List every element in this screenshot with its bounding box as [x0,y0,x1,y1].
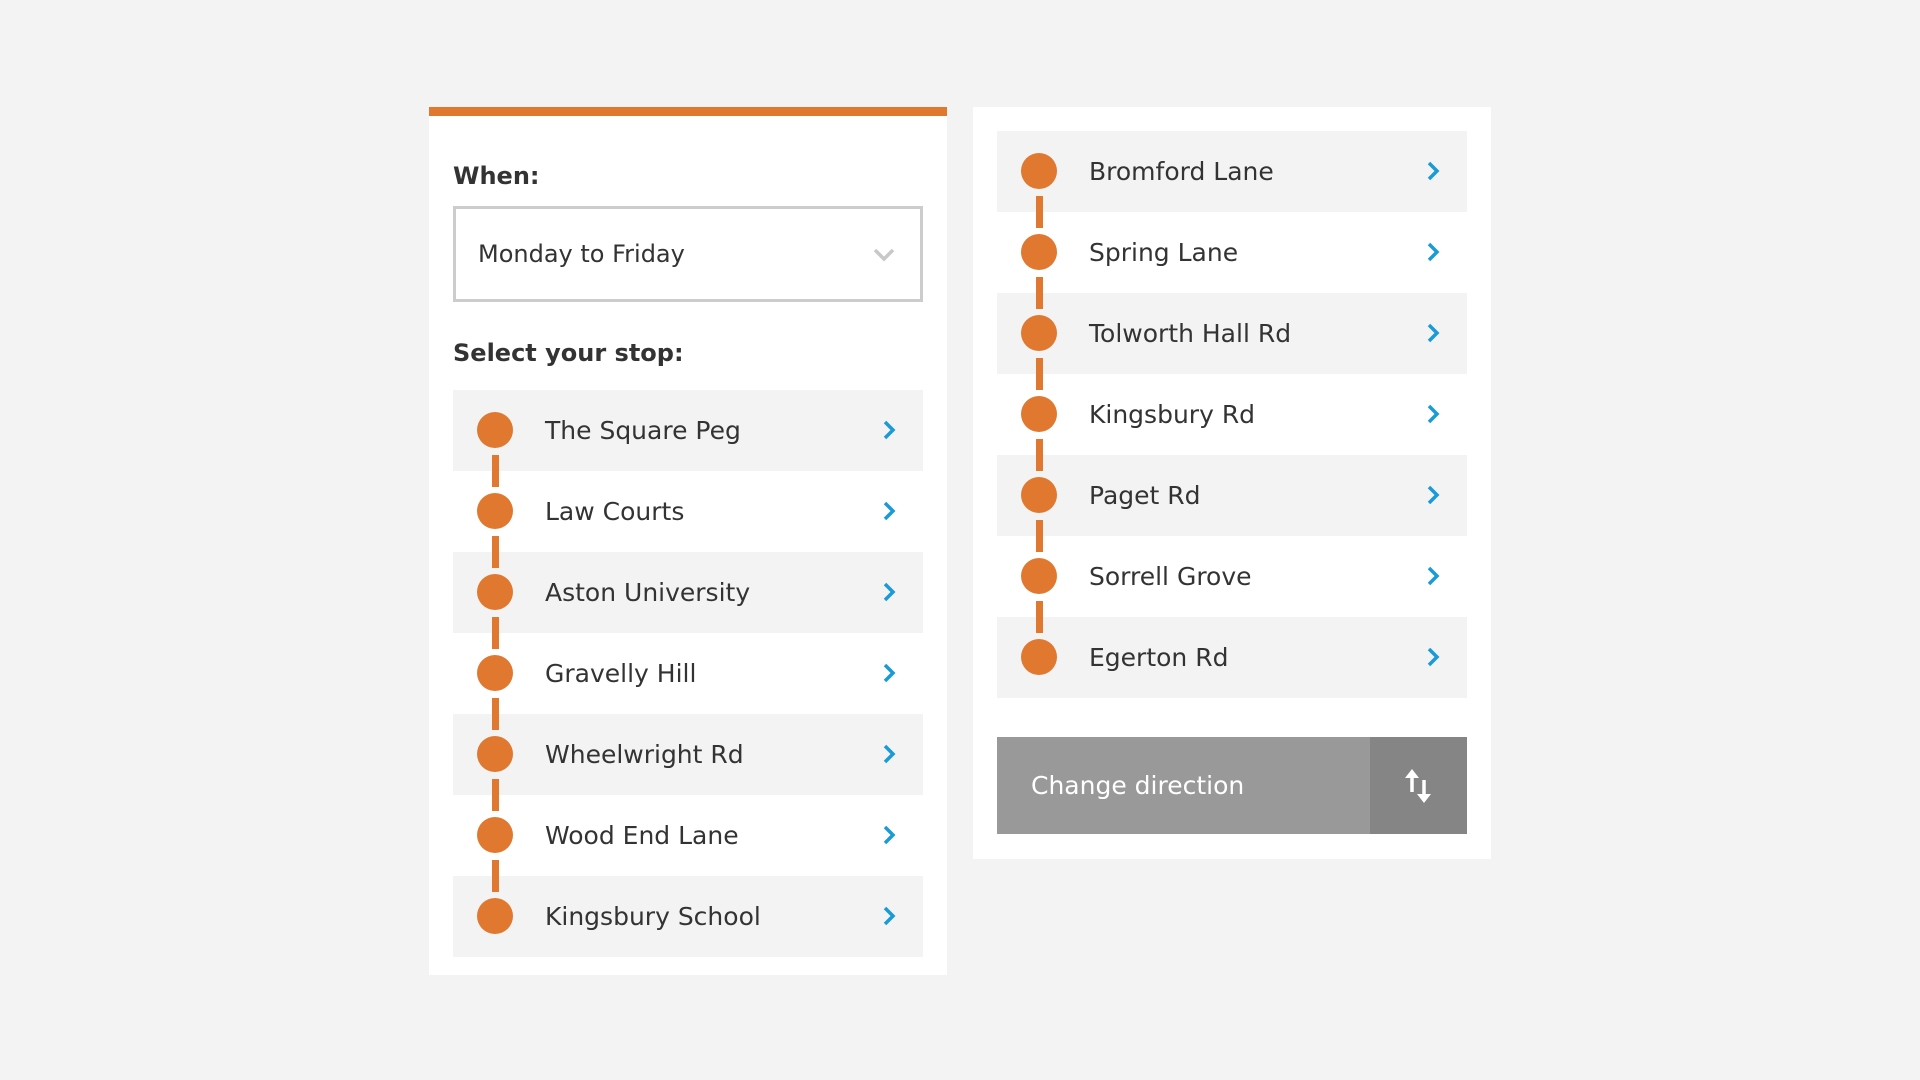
change-direction-button[interactable]: Change direction [997,737,1467,834]
stop-dot-icon [1021,639,1057,675]
stop-dot-icon [477,412,513,448]
stop-dot-icon [477,736,513,772]
stop-name: Paget Rd [1089,481,1201,510]
stop-dot-icon [477,655,513,691]
stop-name: The Square Peg [545,416,741,445]
chevron-right-icon [1427,485,1440,505]
stop-row[interactable]: Egerton Rd [997,617,1467,698]
chevron-right-icon [1427,566,1440,586]
stop-row[interactable]: Gravelly Hill [453,633,923,730]
stop-row[interactable]: Law Courts [453,471,923,568]
stop-row[interactable]: Wood End Lane [453,795,923,892]
stop-name: Bromford Lane [1089,157,1274,186]
chevron-right-icon [1427,161,1440,181]
route-line-segment [492,698,499,730]
stop-name: Kingsbury Rd [1089,400,1256,429]
chevron-right-icon [883,501,896,521]
chevron-right-icon [883,906,896,926]
stop-row[interactable]: The Square Peg [453,390,923,487]
stop-dot-icon [1021,234,1057,270]
stop-name: Wheelwright Rd [545,740,744,769]
stop-name: Gravelly Hill [545,659,697,688]
chevron-right-icon [883,420,896,440]
stop-name: Spring Lane [1089,238,1239,267]
stop-name: Sorrell Grove [1089,562,1252,591]
stop-list-panel-right: Bromford Lane Spring Lane Tolworth Hall Rd… [973,107,1491,859]
stop-row[interactable]: Aston University [453,552,923,649]
chevron-down-icon [873,248,895,262]
swap-vertical-icon [1370,737,1467,834]
stop-name: Kingsbury School [545,902,761,931]
chevron-right-icon [883,582,896,602]
stop-name: Wood End Lane [545,821,739,850]
select-stop-label: Select your stop: [453,339,684,367]
route-line-segment [492,779,499,811]
chevron-right-icon [1427,323,1440,343]
chevron-right-icon [1427,647,1440,667]
route-line-segment [492,860,499,892]
stop-row[interactable]: Paget Rd [997,455,1467,552]
stop-dot-icon [477,574,513,610]
stop-dot-icon [1021,477,1057,513]
stop-dot-icon [477,898,513,934]
chevron-right-icon [1427,242,1440,262]
stop-name: Tolworth Hall Rd [1089,319,1292,348]
stop-name: Egerton Rd [1089,643,1229,672]
stop-name: Law Courts [545,497,685,526]
stop-dot-icon [477,493,513,529]
stop-row[interactable]: Bromford Lane [997,131,1467,228]
stop-dot-icon [477,817,513,853]
change-direction-label: Change direction [997,737,1370,834]
when-select-value: Monday to Friday [478,240,685,268]
stop-row[interactable]: Wheelwright Rd [453,714,923,811]
route-line-segment [1036,277,1043,309]
stop-dot-icon [1021,315,1057,351]
stop-list-right: Bromford Lane Spring Lane Tolworth Hall Rd… [997,131,1467,698]
route-line-segment [1036,601,1043,633]
stop-row[interactable]: Kingsbury School [453,876,923,957]
route-line-segment [1036,439,1043,471]
when-label: When: [453,162,540,190]
when-select[interactable]: Monday to Friday [453,206,923,302]
chevron-right-icon [883,744,896,764]
stop-dot-icon [1021,558,1057,594]
route-line-segment [1036,196,1043,228]
stop-selector-panel: When: Monday to Friday Select your stop:… [429,107,947,975]
chevron-right-icon [1427,404,1440,424]
chevron-right-icon [883,663,896,683]
stop-row[interactable]: Kingsbury Rd [997,374,1467,471]
route-line-segment [492,536,499,568]
route-line-segment [1036,358,1043,390]
stop-name: Aston University [545,578,751,607]
route-line-segment [492,617,499,649]
chevron-right-icon [883,825,896,845]
route-line-segment [1036,520,1043,552]
stop-dot-icon [1021,396,1057,432]
stop-row[interactable]: Tolworth Hall Rd [997,293,1467,390]
stop-row[interactable]: Spring Lane [997,212,1467,309]
stop-list-left: The Square Peg Law Courts Aston University… [453,390,923,957]
route-line-segment [492,455,499,487]
stop-dot-icon [1021,153,1057,189]
stop-row[interactable]: Sorrell Grove [997,536,1467,633]
